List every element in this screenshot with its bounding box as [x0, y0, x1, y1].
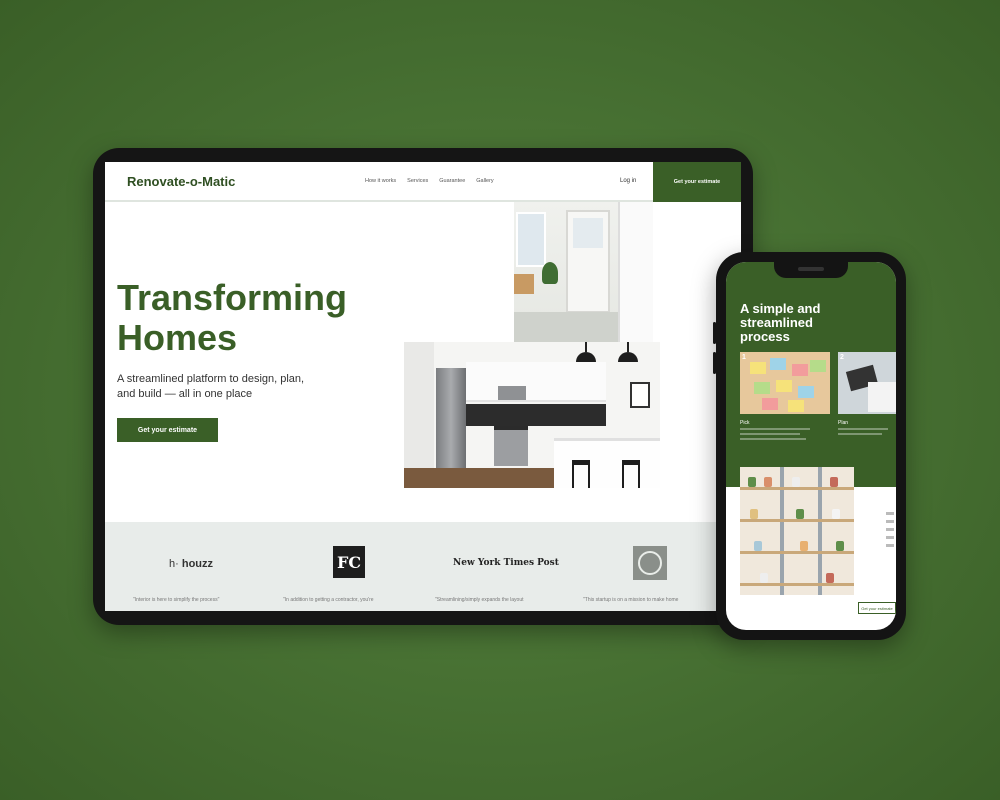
hero-estimate-button[interactable]: Get your estimate — [117, 418, 218, 442]
hero-title-line-2: Homes — [117, 317, 238, 358]
phone-screen: A simple and streamlined process 1 2 Pic… — [726, 262, 896, 630]
press-quote-3: "Streamlining/simply expands the layout — [435, 597, 524, 603]
step-1-number: 1 — [742, 354, 746, 361]
step-2-label: Plan — [838, 420, 849, 426]
phone-estimate-button[interactable]: Get your estimate — [858, 602, 896, 614]
step-2-image — [838, 352, 896, 414]
nav-item-services[interactable]: Services — [407, 178, 428, 184]
nyp-logo: New York Times Post — [453, 558, 559, 568]
header-estimate-button[interactable]: Get your estimate — [653, 162, 741, 202]
hero-title-line-1: Transforming — [117, 277, 348, 318]
press-strip: h· houzz FC New York Times Post "Interio… — [105, 522, 741, 611]
tablet-screen: Renovate-o-Matic How it works Services G… — [105, 162, 741, 611]
hero-title: Transforming Homes — [117, 278, 347, 358]
fc-logo: FC — [333, 546, 365, 578]
main-nav: How it works Services Guarantee Gallery — [365, 178, 494, 184]
process-title: A simple and streamlined process — [740, 301, 821, 344]
press-quote-1: "Interior is here to simplify the proces… — [133, 597, 220, 603]
step-2-number: 2 — [840, 354, 844, 361]
badge-logo — [633, 546, 667, 580]
houzz-logo: h· houzz — [169, 558, 214, 570]
nav-item-gallery[interactable]: Gallery — [476, 178, 493, 184]
login-link[interactable]: Log in — [620, 178, 636, 184]
press-quote-2: "In addition to getting a contractor, yo… — [283, 597, 374, 603]
hero-kitchen-photo-bottom — [404, 342, 660, 488]
hero-subtitle: A streamlined platform to design, plan, … — [117, 373, 305, 400]
nav-item-guarantee[interactable]: Guarantee — [439, 178, 465, 184]
nav-item-how-it-works[interactable]: How it works — [365, 178, 396, 184]
phone-device: A simple and streamlined process 1 2 Pic… — [713, 252, 906, 640]
brand-logo[interactable]: Renovate-o-Matic — [127, 174, 235, 189]
press-quote-4: "This startup is on a mission to make ho… — [583, 597, 679, 603]
tablet-device: Renovate-o-Matic How it works Services G… — [93, 148, 753, 625]
step-1-image — [740, 352, 830, 414]
shelf-photo — [740, 467, 854, 595]
site-header: Renovate-o-Matic How it works Services G… — [105, 162, 741, 202]
step-1-label: Pick — [740, 420, 750, 426]
